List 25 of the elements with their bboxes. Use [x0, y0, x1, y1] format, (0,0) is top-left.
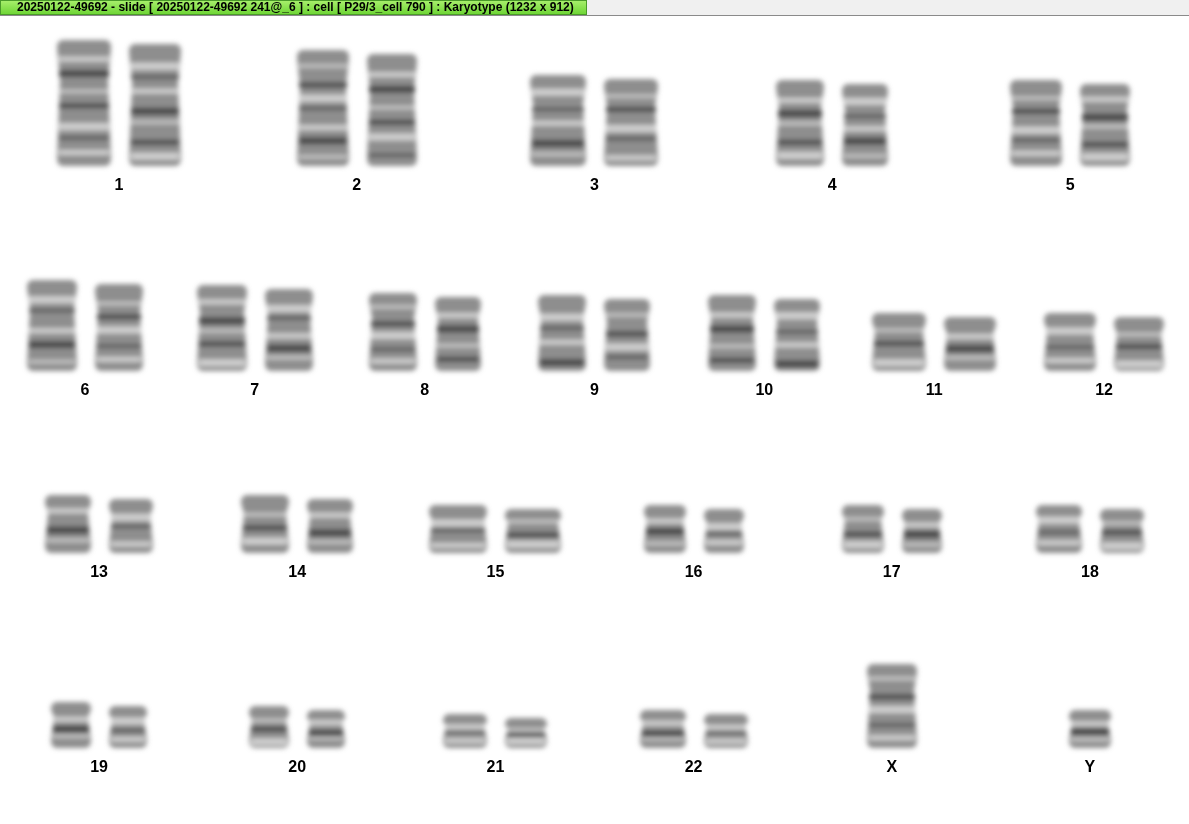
- chromosome-label: 7: [250, 381, 260, 399]
- chromosome-label: 9: [590, 381, 599, 399]
- chromosome-label: 11: [925, 381, 943, 399]
- chromosome-label: 17: [882, 563, 901, 581]
- chromosome-label: 2: [352, 176, 362, 194]
- chromosome-label: 20: [288, 758, 307, 776]
- chromosome-label: 16: [684, 563, 703, 581]
- chromosome-label: 10: [755, 381, 774, 399]
- chromosome-label: 22: [684, 758, 703, 776]
- chromosome-label: X: [886, 758, 898, 776]
- chromosome-label: 5: [1065, 176, 1075, 194]
- chromosome-label: 4: [827, 176, 837, 194]
- chromosome-label: 15: [486, 563, 505, 581]
- window-title: 20250122-49692 - slide [ 20250122-49692 241@_6 ] : cell [ P29/3_cell 790 ] : Karyotype (1232 x 912): [0, 0, 587, 15]
- chromosome-label: 19: [90, 758, 108, 776]
- chromosome-label: 21: [486, 758, 505, 776]
- chromosome-label: 13: [90, 563, 108, 581]
- chromosome-label: 8: [420, 381, 430, 399]
- chromosome-label: 1: [114, 176, 124, 194]
- chromosome-label: 18: [1081, 563, 1099, 581]
- chromosome-label: 3: [590, 176, 599, 194]
- chromosome-label: 14: [288, 563, 307, 581]
- chromosome-label: Y: [1084, 758, 1096, 776]
- chromosome-label: 6: [80, 381, 90, 399]
- chromosome-label: 12: [1095, 381, 1113, 399]
